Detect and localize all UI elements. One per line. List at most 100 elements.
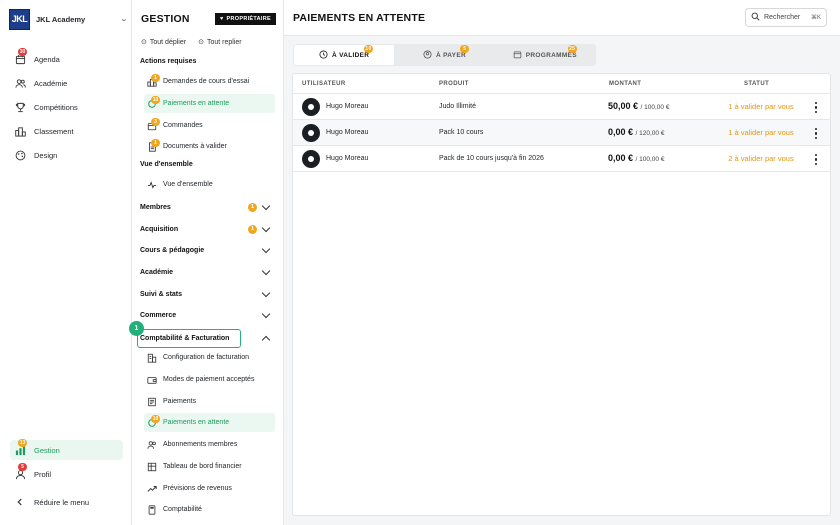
row-status: 1 à valider par vous xyxy=(728,128,794,137)
amount-paid: 50,00 € xyxy=(608,101,639,111)
row-status: 2 à valider par vous xyxy=(728,154,794,163)
avatar xyxy=(302,98,320,116)
acc-label: Modes de paiement acceptés xyxy=(163,376,255,383)
action-documents[interactable]: 1 Documents à valider xyxy=(144,137,275,156)
action-pending-payments[interactable]: 10 Paiements en attente xyxy=(144,94,275,113)
nav-item-design[interactable]: Design xyxy=(10,145,123,165)
box-icon: 3 xyxy=(146,118,160,131)
search-label: Rechercher xyxy=(764,14,801,21)
more-options-icon[interactable] xyxy=(814,128,818,139)
nav-item-agenda[interactable]: 30 Agenda xyxy=(10,48,123,69)
calendar-icon: 30 xyxy=(14,48,27,65)
group-academie[interactable]: Académie xyxy=(140,264,271,280)
row-user: Hugo Moreau xyxy=(326,129,369,136)
podium-icon xyxy=(14,125,26,137)
acc-payments[interactable]: Paiements xyxy=(144,392,275,411)
tab-badge: 5 xyxy=(460,45,470,53)
amount-total: / 100,00 € xyxy=(640,104,670,111)
row-product: Pack 10 cours xyxy=(439,129,484,136)
action-badge: 1 xyxy=(151,139,160,147)
expand-all-button[interactable]: ⊙ Tout déplier xyxy=(141,38,186,47)
section-actions-label: Actions requises xyxy=(140,58,197,65)
tab-to-validate[interactable]: À VALIDER 10 xyxy=(294,45,395,65)
expand-icon: ⊙ xyxy=(141,39,147,46)
table-icon xyxy=(146,461,157,472)
group-suivi[interactable]: Suivi & stats xyxy=(140,286,271,302)
academy-name: JKL Academy xyxy=(36,14,86,24)
top-bar: PAIEMENTS EN ATTENTE Rechercher ⌘K xyxy=(284,0,840,36)
acc-subscriptions[interactable]: Abonnements membres xyxy=(144,435,275,454)
row-amount: 0,00 € / 100,00 € xyxy=(608,153,664,163)
action-badge: 3 xyxy=(151,118,160,126)
group-membres[interactable]: Membres 1 xyxy=(140,199,271,215)
nav-item-academie[interactable]: Académie xyxy=(10,73,123,93)
chevron-down-icon xyxy=(261,288,271,297)
group-acquisition[interactable]: Acquisition 1 xyxy=(140,221,271,237)
row-product: Pack de 10 cours jusqu'à fin 2026 xyxy=(439,155,544,162)
nav-item-profil[interactable]: 5 Profil xyxy=(10,463,123,484)
gestion-badge: 13 xyxy=(18,439,27,447)
highlight-box xyxy=(137,329,241,348)
acc-financial-dashboard[interactable]: Tableau de bord financier xyxy=(144,457,275,476)
tab-scheduled[interactable]: PROGRAMMÉS 25 xyxy=(495,45,595,65)
collapse-menu-button[interactable]: Réduire le menu xyxy=(10,492,123,512)
users-icon xyxy=(14,77,26,89)
user-icon: 5 xyxy=(14,463,27,480)
panel-header: GESTION ♥ PROPRIÉTAIRE xyxy=(141,11,276,27)
academy-logo: JKL xyxy=(9,8,30,30)
amount-paid: 0,00 € xyxy=(608,153,634,163)
action-badge: 10 xyxy=(151,96,160,104)
group-label: Commerce xyxy=(140,311,177,319)
acc-label: Prévisions de revenus xyxy=(163,485,232,492)
document-icon: 1 xyxy=(146,139,160,152)
trophy-icon xyxy=(14,101,26,113)
chevron-down-icon xyxy=(261,266,271,275)
main-content: PAIEMENTS EN ATTENTE Rechercher ⌘K À VAL… xyxy=(284,0,840,525)
users-icon xyxy=(146,439,157,450)
chevron-down-icon: ⌄ xyxy=(119,16,129,23)
tab-badge: 10 xyxy=(364,45,373,53)
tab-label: À VALIDER xyxy=(332,51,370,59)
more-options-icon[interactable] xyxy=(814,102,818,113)
collapse-icon: ⊙ xyxy=(198,39,204,46)
group-commerce[interactable]: Commerce xyxy=(140,307,271,323)
acc-badge: 10 xyxy=(151,415,160,423)
table-row[interactable]: Hugo Moreau Pack 10 cours 0,00 € / 120,0… xyxy=(293,120,830,146)
clock-icon xyxy=(319,49,328,61)
acc-pending-payments[interactable]: 10 Paiements en attente xyxy=(144,413,275,432)
collapse-all-button[interactable]: ⊙ Tout replier xyxy=(198,38,242,47)
action-orders[interactable]: 3 Commandes xyxy=(144,116,275,135)
table-row[interactable]: Hugo Moreau Pack de 10 cours jusqu'à fin… xyxy=(293,146,830,172)
group-badge: 1 xyxy=(248,224,257,234)
overview-item[interactable]: Vue d'ensemble xyxy=(144,175,275,194)
nav-label: Gestion xyxy=(34,445,60,455)
avatar xyxy=(302,124,320,142)
search-icon xyxy=(751,12,760,23)
acc-billing-config[interactable]: Configuration de facturation xyxy=(144,348,275,367)
acc-accounting[interactable]: Comptabilité xyxy=(144,500,275,519)
column-amount: MONTANT xyxy=(609,81,642,87)
building-icon xyxy=(146,352,157,363)
nav-item-competitions[interactable]: Compétitions xyxy=(10,97,123,117)
tab-to-pay[interactable]: À PAYER 5 xyxy=(394,45,494,65)
acc-label: Comptabilité xyxy=(163,506,202,513)
acc-revenue-forecast[interactable]: Prévisions de revenus xyxy=(144,479,275,498)
more-options-icon[interactable] xyxy=(814,154,818,165)
search-button[interactable]: Rechercher ⌘K xyxy=(745,8,827,27)
nav-label: Classement xyxy=(34,126,74,136)
podium-icon: 1 xyxy=(146,74,160,87)
payment-tabs: À VALIDER 10 À PAYER 5 PROGRAMMÉS 25 xyxy=(293,44,596,66)
acc-payment-modes[interactable]: Modes de paiement acceptés xyxy=(144,370,275,389)
academy-switcher[interactable]: JKL JKL Academy ⌄ xyxy=(9,8,129,30)
nav-item-classement[interactable]: Classement xyxy=(10,121,123,141)
table-row[interactable]: Hugo Moreau Judo Illimité 50,00 € / 100,… xyxy=(293,94,830,120)
chevron-up-icon xyxy=(261,335,271,344)
chevron-down-icon xyxy=(261,309,271,318)
amount-total: / 120,00 € xyxy=(635,130,665,137)
group-label: Suivi & stats xyxy=(140,290,183,298)
action-trial-requests[interactable]: 1 Demandes de cours d'essai xyxy=(144,72,275,91)
nav-item-gestion[interactable]: 13 Gestion xyxy=(10,439,123,460)
column-status: STATUT xyxy=(744,81,770,87)
trend-up-icon xyxy=(146,483,157,494)
group-cours[interactable]: Cours & pédagogie xyxy=(140,242,271,258)
